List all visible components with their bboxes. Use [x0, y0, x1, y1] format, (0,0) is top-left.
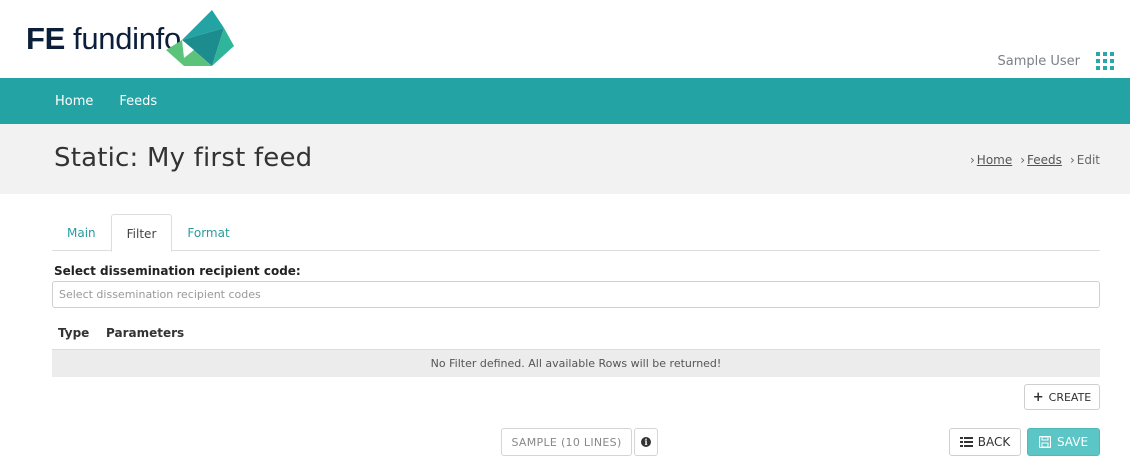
save-button-label: SAVE: [1056, 435, 1089, 449]
apps-grid-icon[interactable]: [1096, 52, 1114, 70]
tab-main[interactable]: Main: [52, 214, 111, 251]
breadcrumb: › Home › Feeds › Edit: [962, 153, 1100, 167]
tab-format[interactable]: Format: [172, 214, 244, 251]
recipient-code-input[interactable]: [52, 281, 1100, 308]
back-button-label: BACK: [977, 435, 1011, 449]
page-title: Static: My first feed: [54, 143, 313, 173]
filter-empty-message: No Filter defined. All available Rows wi…: [52, 349, 1100, 377]
create-button-label: CREATE: [1048, 390, 1092, 404]
breadcrumb-edit: › Edit: [1069, 153, 1100, 167]
logo[interactable]: FE fundinfo: [26, 8, 234, 70]
breadcrumb-feeds[interactable]: › Feeds: [1020, 153, 1062, 167]
sample-button[interactable]: SAMPLE (10 LINES): [501, 428, 632, 456]
breadcrumb-home[interactable]: › Home: [970, 153, 1012, 167]
logo-mark-icon: [166, 10, 234, 66]
save-button[interactable]: SAVE: [1027, 428, 1100, 456]
tab-bar: Main Filter Format: [52, 214, 1100, 252]
main-navbar: Home Feeds: [0, 78, 1130, 124]
user-area: Sample User: [997, 52, 1114, 70]
recipient-code-label: Select dissemination recipient code:: [54, 264, 301, 278]
chevron-right-icon: ›: [1069, 153, 1075, 167]
logo-wordmark: FE fundinfo: [26, 21, 181, 56]
plus-icon: +: [1032, 389, 1044, 405]
chevron-right-icon: ›: [1020, 153, 1026, 167]
info-button[interactable]: i: [634, 428, 658, 456]
column-header-parameters: Parameters: [106, 326, 185, 340]
chevron-right-icon: ›: [969, 153, 975, 167]
top-header: FE fundinfo Sample User: [0, 0, 1130, 78]
list-icon: [959, 437, 973, 447]
filter-table-header: Type Parameters: [52, 326, 1100, 348]
nav-feeds[interactable]: Feeds: [119, 94, 157, 109]
create-filter-button[interactable]: + CREATE: [1024, 384, 1100, 410]
floppy-disk-icon: [1038, 436, 1051, 448]
user-name[interactable]: Sample User: [997, 54, 1080, 69]
tab-filter[interactable]: Filter: [110, 214, 173, 252]
info-icon: i: [641, 437, 651, 447]
page-header: Static: My first feed › Home › Feeds › Edit: [0, 124, 1130, 194]
column-header-type: Type: [58, 326, 90, 340]
nav-home[interactable]: Home: [55, 94, 93, 109]
back-button[interactable]: BACK: [949, 428, 1021, 456]
